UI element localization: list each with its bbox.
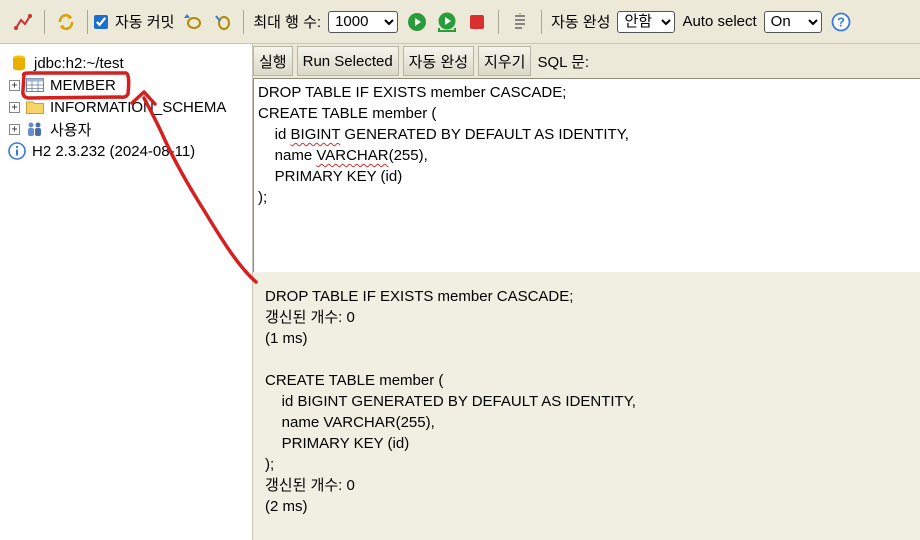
commit-icon[interactable] [211,11,233,33]
autocomplete-button[interactable]: 자동 완성 [402,46,475,76]
result-line: 갱신된 개수: 0 [265,309,355,326]
run-selected-icon[interactable] [436,11,458,33]
autocommit-toggle[interactable]: 자동 커밋 [94,11,177,32]
connection-label: jdbc:h2:~/test [34,54,124,72]
tree-item-label: INFORMATION_SCHEMA [50,98,227,116]
expand-icon[interactable]: + [9,79,20,91]
tree-item-label: 사용자 [50,121,92,139]
autocomplete-select[interactable]: 안함 [617,10,676,33]
editor-text: (255), [388,147,428,164]
database-icon [10,55,28,71]
result-line: DROP TABLE IF EXISTS member CASCADE; [265,288,574,305]
toolbar-separator [541,9,543,34]
autocommit-checkbox[interactable] [94,14,108,29]
toolbar-separator [87,9,88,34]
autocomplete-label: 자동 완성 [551,14,611,31]
toolbar-separator [498,9,500,34]
result-line: CREATE TABLE member ( [265,372,444,389]
run-icon[interactable] [406,11,428,33]
editor-line: id BIGINT GENERATED BY DEFAULT AS IDENTI… [258,124,916,145]
editor-line: DROP TABLE IF EXISTS member CASCADE; [258,84,567,101]
tree-item-users[interactable]: + 사용자 [0,118,252,140]
run-selected-button[interactable]: Run Selected [296,46,399,76]
editor-text: GENERATED BY DEFAULT AS IDENTITY, [340,126,629,143]
spellcheck-word: VARCHAR [316,147,389,164]
sql-editor[interactable]: DROP TABLE IF EXISTS member CASCADE; CRE… [253,78,920,272]
expand-icon[interactable]: + [9,101,20,113]
tree-item-information-schema[interactable]: + INFORMATION_SCHEMA [0,96,252,118]
editor-line: PRIMARY KEY (id) [258,168,403,185]
sql-statement-label: SQL 문: [537,53,590,71]
result-line: (1 ms) [265,330,308,347]
table-icon [26,77,44,93]
editor-text: name [258,147,317,164]
folder-icon [26,99,44,115]
users-icon [26,121,44,137]
toolbar-separator [44,9,45,34]
tree-version: H2 2.3.232 (2024-08-11) [0,140,252,162]
rollback-icon[interactable] [181,11,203,33]
toolbar-separator [243,9,245,34]
history-icon[interactable] [509,11,531,33]
stop-icon[interactable] [466,11,488,33]
sql-button-bar: 실행 Run Selected 자동 완성 지우기 SQL 문: [253,44,920,78]
help-icon[interactable]: ? [830,11,852,33]
result-line: (2 ms) [265,498,308,515]
autoselect-select[interactable]: On [763,10,822,33]
database-tree: jdbc:h2:~/test + MEMBER + INFORMATION_SC… [0,44,253,540]
disconnect-icon[interactable] [12,11,34,33]
result-line: ); [265,456,275,473]
results-panel: DROP TABLE IF EXISTS member CASCADE; 갱신된… [253,272,920,540]
max-rows-select[interactable]: 1000 [328,10,399,33]
editor-line: CREATE TABLE member ( [258,105,437,122]
max-rows-label: 최대 행 수: [253,14,322,31]
autoselect-label: Auto select [682,13,757,30]
result-line [265,349,908,370]
expand-icon[interactable]: + [9,123,20,135]
refresh-icon[interactable] [55,11,77,33]
info-icon [8,142,26,160]
result-line: id BIGINT GENERATED BY DEFAULT AS IDENTI… [265,393,636,410]
tree-connection[interactable]: jdbc:h2:~/test [0,52,252,74]
tree-item-member[interactable]: + MEMBER [0,74,252,96]
result-line: name VARCHAR(255), [265,414,435,431]
editor-line: name VARCHAR(255), [258,145,916,166]
editor-line: ); [258,189,268,206]
autocommit-label: 자동 커밋 [115,14,175,31]
clear-button[interactable]: 지우기 [478,46,532,76]
tree-item-label: MEMBER [50,76,116,94]
run-button[interactable]: 실행 [253,46,293,76]
result-line: 갱신된 개수: 0 [265,477,355,494]
version-label: H2 2.3.232 (2024-08-11) [32,142,196,160]
spellcheck-word: BIGINT [290,126,341,143]
toolbar: 자동 커밋 최대 행 수: 1000 자동 완성 안함 Auto select … [0,0,920,44]
editor-text: id [258,126,291,143]
result-line: PRIMARY KEY (id) [265,435,410,452]
svg-text:?: ? [837,14,845,29]
